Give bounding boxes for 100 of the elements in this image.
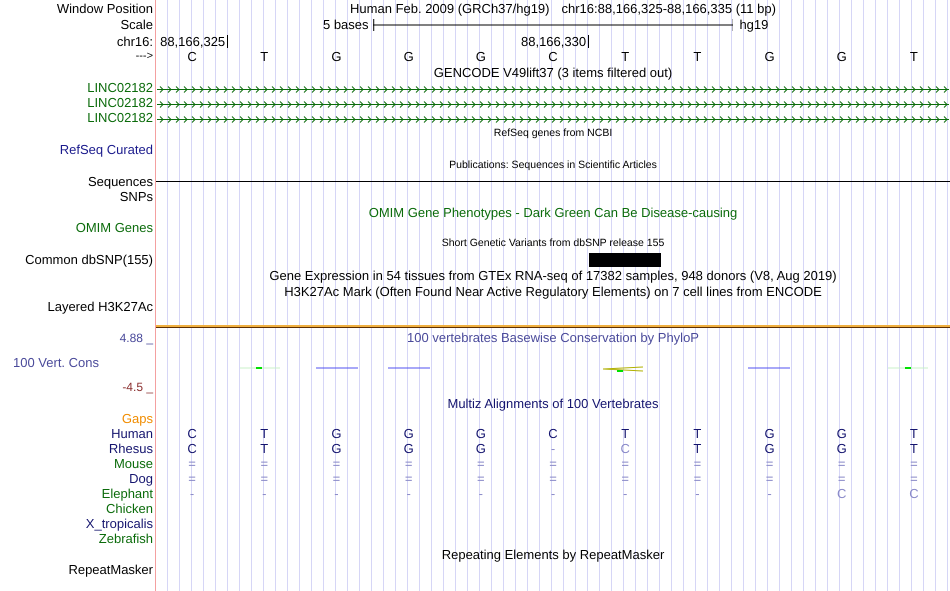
track-title: GENCODE V49lift37 (3 items filtered out) [434,66,672,78]
track-title: Gene Expression in 54 tissues from GTEx RNA-seq of 17382 samples, 948 donors (V8, Aug 2019) [269,268,837,282]
alignment-base: = [476,472,486,485]
track-label[interactable]: X_tropicalis [86,517,153,530]
track-label[interactable]: LINC02182 [87,96,153,109]
alignment-base: = [836,457,847,470]
track-label[interactable]: Sequences [88,175,153,188]
base-letter: T [259,50,270,63]
base-letter: G [763,50,776,63]
track-label[interactable]: RefSeq Curated [60,143,153,156]
alignment-base: = [836,472,847,485]
base-letter: G [474,50,487,63]
scale-text: hg19 [738,18,770,31]
alignment-base: T [908,427,919,440]
base-letter: G [402,50,415,63]
track-label[interactable]: LINC02182 [87,81,153,94]
track-label[interactable]: Dog [129,472,153,485]
assembly-text: Human Feb. 2009 (GRCh37/hg19) [350,2,550,14]
track-title: OMIM Gene Phenotypes - Dark Green Can Be Disease-causing [368,206,738,218]
track-title: Publications: Sequences in Scientific Articles [449,160,657,171]
row-label: chr16: [116,34,153,48]
alignment-base: = [909,472,919,485]
base-letter: C [547,50,559,63]
track-title: H3K27Ac Mark (Often Found Near Active Regulatory Elements) on 7 cell lines from ENCODE [284,284,822,298]
track-title: Short Genetic Variants from dbSNP release 155 [442,238,664,249]
alignment-base: T [620,427,630,440]
alignment-base: - [622,487,628,500]
alignment-base: = [692,457,702,470]
base-letter: T [692,50,702,63]
alignment-base: C [836,487,848,500]
alignment-base: = [332,457,342,470]
position-text: chr16:88,166,325-88,166,335 (11 bp) [562,2,776,14]
track-label[interactable]: Human [111,427,153,440]
base-letter: T [620,50,630,63]
alignment-base: G [763,442,776,455]
tick-label: 88,166,330 [521,34,590,48]
alignment-base: G [474,427,487,440]
alignment-base: G [402,427,415,440]
alignment-base: - [261,487,268,500]
track-label[interactable]: RepeatMasker [68,563,153,576]
alignment-base: - [550,442,556,455]
alignment-base: = [476,457,486,470]
row-label: Window Position [56,2,153,14]
track-label[interactable]: OMIM Genes [76,221,153,234]
tick-label: 88,166,325 [160,34,228,48]
base-letter: G [836,50,848,63]
alignment-base: = [548,472,558,485]
axis-max-label: 4.88 _ [120,332,153,344]
alignment-base: C [186,427,198,440]
alignment-base: T [692,427,702,440]
alignment-base: = [692,472,702,485]
track-label[interactable]: Mouse [114,457,153,470]
alignment-base: G [330,442,342,455]
alignment-base: = [764,457,774,470]
alignment-base: T [259,427,270,440]
alignment-base: - [478,487,484,500]
track-title: RefSeq genes from NCBI [494,128,612,139]
alignment-base: = [332,472,342,485]
track-label[interactable]: Elephant [102,487,153,500]
alignment-base: - [188,487,196,500]
alignment-base: = [909,457,919,470]
axis-min-label: -4.5 _ [122,381,153,393]
alignment-base: = [764,472,774,485]
base-letter: C [186,50,198,63]
alignment-base: = [259,472,270,485]
alignment-base: G [763,427,776,440]
track-label[interactable]: SNPs [120,190,153,203]
alignment-base: G [330,427,342,440]
alignment-base: C [619,442,631,455]
scale-text: 5 bases [322,18,370,31]
alignment-base: = [404,457,414,470]
alignment-base: - [405,487,412,500]
base-letter: G [330,50,342,63]
alignment-base: - [694,487,701,500]
strand-label: ---> [136,51,153,62]
alignment-base: - [333,487,340,500]
track-title: Multiz Alignments of 100 Vertebrates [447,396,658,410]
base-letter: T [908,50,919,63]
alignment-base: = [187,472,197,485]
track-label[interactable]: Rhesus [108,442,153,455]
track-label[interactable]: Chicken [106,502,153,515]
track-label[interactable]: Common dbSNP(155) [25,253,153,266]
alignment-base: - [550,487,556,500]
alignment-base: G [402,442,415,455]
alignment-base: G [836,442,848,455]
alignment-base: = [620,472,630,485]
alignment-base: = [620,457,630,470]
alignment-base: = [187,457,197,470]
alignment-base: - [766,487,773,500]
track-label[interactable]: Layered H3K27Ac [47,300,153,313]
alignment-base: C [186,442,198,455]
alignment-base: T [692,442,702,455]
track-label[interactable]: 100 Vert. Cons [13,356,99,369]
track-label[interactable]: Zebrafish [98,532,153,545]
track-label[interactable]: LINC02182 [87,111,153,124]
alignment-base: = [404,472,414,485]
row-label: Scale [120,18,153,31]
track-title: 100 vertebrates Basewise Conservation by PhyloP [407,331,699,344]
alignment-base: = [548,457,558,470]
alignment-base: C [547,427,559,440]
